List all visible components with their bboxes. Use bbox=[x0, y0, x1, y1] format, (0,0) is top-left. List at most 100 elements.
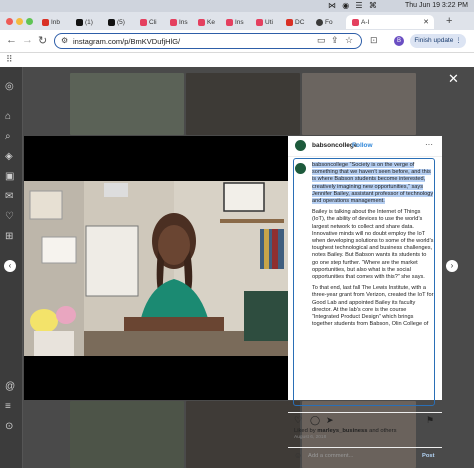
caption-paragraph: Bailey is talking about the Internet of … bbox=[312, 209, 434, 281]
follow-button[interactable]: Follow bbox=[352, 142, 373, 149]
bookmark-star-icon[interactable]: ☆ bbox=[345, 35, 353, 46]
new-tab-icon[interactable]: + bbox=[446, 15, 452, 27]
threads-icon[interactable]: @ bbox=[5, 381, 15, 392]
tab-instagram-4[interactable]: Ins bbox=[226, 15, 252, 29]
post-caption: babsoncollege “Society is on the verge o… bbox=[312, 162, 434, 332]
notifications-icon[interactable]: ♡ bbox=[5, 211, 14, 222]
cast-icon[interactable]: ▭ bbox=[317, 35, 326, 46]
grid-photo[interactable] bbox=[302, 73, 416, 135]
grid-photo[interactable] bbox=[186, 73, 300, 135]
tab-instagram-2[interactable]: Ins bbox=[170, 15, 196, 29]
comment-icon[interactable]: ◯ bbox=[310, 415, 320, 426]
more-icon[interactable]: ⊙ bbox=[5, 421, 13, 432]
tab-dc[interactable]: DC bbox=[286, 15, 312, 29]
caption-paragraph: babsoncollege “Society is on the verge o… bbox=[312, 162, 434, 205]
macos-menu-bar: ⋈ ◉ ☰ ⌘ Thu Jun 19 3:22 PM bbox=[0, 0, 474, 12]
search-icon[interactable]: ⌕ bbox=[5, 131, 11, 142]
status-icons[interactable]: ⋈ ◉ ☰ ⌘ bbox=[328, 1, 379, 10]
more-options-icon[interactable]: ··· bbox=[425, 140, 433, 149]
instagram-icon bbox=[226, 18, 233, 26]
share-icon[interactable]: ⇪ bbox=[331, 35, 339, 46]
tab-label: A-I bbox=[361, 18, 370, 26]
grid-photo[interactable] bbox=[70, 401, 184, 468]
tab-fo[interactable]: Fo bbox=[316, 15, 342, 29]
address-bar[interactable]: ⚙ instagram.com/p/BmKVDufjHlG/ ▭ ⇪ ☆ bbox=[54, 33, 362, 49]
site-info-icon[interactable]: ⚙ bbox=[61, 36, 68, 45]
post-header: babsoncollege · Follow ··· bbox=[288, 136, 442, 157]
extensions-icon[interactable]: ⊡ bbox=[370, 35, 378, 46]
account-avatar[interactable] bbox=[295, 140, 306, 151]
next-post-icon[interactable]: › bbox=[446, 260, 458, 272]
post-actions: ♡ ◯ ➤ ⚑ bbox=[288, 412, 442, 427]
messages-icon[interactable]: ✉ bbox=[5, 191, 13, 202]
portrait-illustration bbox=[24, 181, 288, 356]
tab-instagram-5[interactable]: Uti bbox=[256, 15, 282, 29]
tab-label: Inb bbox=[51, 18, 61, 26]
url-text[interactable]: instagram.com/p/BmKVDufjHlG/ bbox=[73, 37, 180, 46]
post-date: August 6, 2018 bbox=[294, 435, 327, 440]
apps-grid-icon[interactable]: ⠿ bbox=[6, 54, 13, 65]
like-heart-icon[interactable]: ♡ bbox=[294, 415, 302, 426]
reels-icon[interactable]: ▣ bbox=[5, 171, 14, 182]
back-icon[interactable]: ← bbox=[6, 34, 17, 46]
tab-active-instagram[interactable]: A-I ✕ bbox=[346, 15, 434, 29]
account-username[interactable]: babsoncollege bbox=[312, 142, 358, 149]
post-detail-panel: babsoncollege · Follow ··· babsoncollege… bbox=[288, 136, 442, 460]
finish-update-button[interactable]: Finish update ⋮ bbox=[410, 34, 466, 48]
tab-strip: Inb (1) (5) Cli Ins Ke Ins Uti DC Fo A-I… bbox=[0, 12, 474, 30]
tab-github[interactable]: (5) bbox=[108, 15, 134, 29]
comment-composer: ☺ Add a comment... Post bbox=[288, 447, 442, 464]
grid-photo[interactable] bbox=[186, 401, 300, 468]
separator-dot: · bbox=[347, 141, 350, 148]
github-icon bbox=[108, 18, 115, 26]
close-modal-icon[interactable]: ✕ bbox=[448, 71, 459, 87]
tab-instagram-3[interactable]: Ke bbox=[198, 15, 224, 29]
tab-gmail[interactable]: Inb bbox=[42, 15, 68, 29]
instagram-icon bbox=[140, 18, 147, 26]
selected-caption-text: babsoncollege “Society is on the verge o… bbox=[312, 162, 434, 205]
caption-avatar[interactable] bbox=[295, 163, 306, 174]
profile-avatar[interactable]: B bbox=[394, 36, 404, 46]
dc-icon bbox=[286, 18, 293, 26]
tab-x[interactable]: (1) bbox=[76, 15, 102, 29]
tab-label: DC bbox=[295, 18, 305, 26]
liked-by-prefix: Liked by bbox=[294, 428, 318, 434]
liked-by-text: Liked by marleys_business and others bbox=[294, 428, 397, 434]
close-tab-icon[interactable]: ✕ bbox=[423, 18, 429, 26]
liked-by-user[interactable]: marleys_business bbox=[317, 428, 367, 434]
tab-label: Ins bbox=[235, 18, 244, 26]
menu-icon[interactable]: ≡ bbox=[5, 401, 11, 412]
tab-label: Fo bbox=[325, 18, 333, 26]
comment-input[interactable]: Add a comment... bbox=[308, 453, 353, 459]
tab-instagram-1[interactable]: Cli bbox=[140, 15, 166, 29]
share-send-icon[interactable]: ➤ bbox=[326, 415, 334, 426]
x-icon bbox=[76, 18, 83, 26]
gmail-icon bbox=[42, 18, 49, 26]
save-bookmark-icon[interactable]: ⚑ bbox=[426, 415, 434, 426]
instagram-icon bbox=[352, 18, 359, 26]
instagram-logo-icon[interactable]: ◎ bbox=[5, 81, 14, 92]
globe-icon bbox=[316, 18, 323, 26]
tab-label: (1) bbox=[85, 18, 93, 26]
browser-toolbar: ← → ↻ ⚙ instagram.com/p/BmKVDufjHlG/ ▭ ⇪… bbox=[0, 30, 474, 53]
minimize-window-icon[interactable] bbox=[16, 18, 23, 25]
tab-label: (5) bbox=[117, 18, 125, 26]
menu-bar-clock[interactable]: Thu Jun 19 3:22 PM bbox=[405, 2, 468, 9]
create-icon[interactable]: ⊞ bbox=[5, 231, 13, 242]
bookmarks-bar: ⠿ bbox=[0, 53, 474, 68]
instagram-page: ◎ ⌂ ⌕ ◈ ▣ ✉ ♡ ⊞ @ ≡ ⊙ ✕ ‹ › babsoncolleg… bbox=[0, 67, 474, 468]
forward-icon[interactable]: → bbox=[22, 34, 33, 46]
post-photo bbox=[24, 181, 288, 356]
emoji-icon[interactable]: ☺ bbox=[294, 451, 302, 460]
liked-by-suffix: and others bbox=[367, 428, 397, 434]
post-media[interactable] bbox=[24, 136, 288, 400]
maximize-window-icon[interactable] bbox=[26, 18, 33, 25]
previous-post-icon[interactable]: ‹ bbox=[4, 260, 16, 272]
explore-icon[interactable]: ◈ bbox=[5, 151, 13, 162]
grid-photo[interactable] bbox=[70, 73, 184, 135]
instagram-icon bbox=[170, 18, 177, 26]
post-comment-button[interactable]: Post bbox=[422, 453, 435, 459]
close-window-icon[interactable] bbox=[6, 18, 13, 25]
home-icon[interactable]: ⌂ bbox=[5, 111, 11, 122]
reload-icon[interactable]: ↻ bbox=[38, 34, 47, 47]
